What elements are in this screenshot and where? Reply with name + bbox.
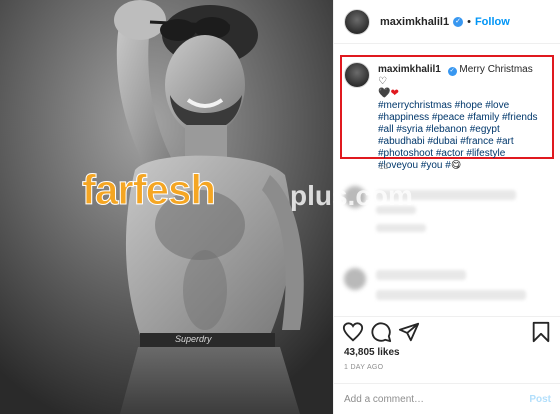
post-comment-button[interactable]: Post — [529, 394, 551, 405]
caption-avatar[interactable] — [344, 62, 370, 88]
caption-title: Merry Christmas — [459, 64, 533, 75]
watermark-plus-text: plus.com — [290, 180, 413, 211]
caption: maximkhalil1 ✓ Merry Christmas ♡ 🖤❤ #mer… — [344, 62, 544, 172]
verified-icon: ✓ — [447, 67, 457, 76]
blurred-comment-avatar — [344, 268, 366, 290]
farfesh-watermark: farfesh plus.com — [81, 166, 412, 226]
heart-icon[interactable] — [342, 321, 364, 343]
post-header: maximkhalil1 ✓ • Follow — [334, 0, 560, 44]
separator-dot: • — [467, 15, 471, 28]
blurred-comment — [376, 270, 466, 280]
blurred-comment — [376, 224, 426, 232]
watermark-farfesh-text: farfesh — [81, 166, 216, 214]
underwear-brand-text: Superdry — [175, 334, 212, 344]
blurred-comment — [376, 290, 526, 300]
follow-button[interactable]: Follow — [475, 16, 510, 28]
action-bar — [334, 316, 560, 346]
verified-icon: ✓ — [453, 16, 464, 27]
comment-bar: Post — [334, 383, 560, 414]
likes-count[interactable]: 43,805 likes — [344, 347, 400, 358]
avatar[interactable] — [344, 8, 370, 35]
post-timestamp: 1 DAY AGO — [344, 364, 384, 371]
caption-text: maximkhalil1 ✓ Merry Christmas ♡ 🖤❤ #mer… — [378, 64, 544, 172]
bookmark-icon[interactable] — [530, 321, 552, 343]
username-link[interactable]: maximkhalil1 — [380, 16, 449, 28]
comment-icon[interactable] — [370, 321, 392, 343]
black-heart-icon: 🖤 — [378, 88, 391, 99]
face-emoji-icon: 😋 — [450, 160, 462, 171]
comment-input[interactable] — [344, 393, 530, 405]
white-heart-icon: ♡ — [378, 76, 387, 87]
share-icon[interactable] — [398, 321, 420, 343]
caption-username[interactable]: maximkhalil1 — [378, 64, 441, 75]
red-heart-icon: ❤ — [390, 88, 399, 99]
